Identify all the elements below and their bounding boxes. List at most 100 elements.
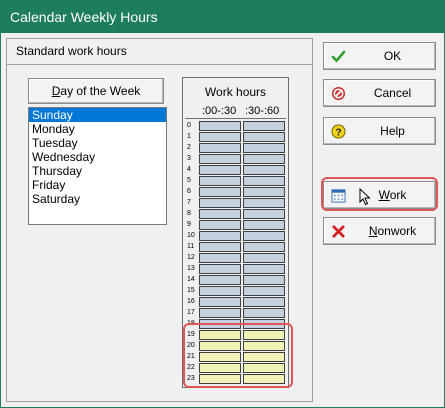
hour-15-second-half-cell[interactable] <box>243 286 285 296</box>
hour-label: 9 <box>187 221 191 228</box>
day-item-friday[interactable]: Friday <box>29 178 166 192</box>
hour-11-first-half-cell[interactable] <box>199 242 241 252</box>
hour-3-second-half-cell[interactable] <box>243 154 285 164</box>
checkmark-icon <box>331 50 346 62</box>
hour-label: 0 <box>187 122 191 129</box>
hour-row-5: 5 <box>185 176 286 187</box>
column-header-first-half: :00-:30 <box>202 105 237 117</box>
day-item-tuesday[interactable]: Tuesday <box>29 136 166 150</box>
hour-6-second-half-cell[interactable] <box>243 187 285 197</box>
cancel-label: Cancel <box>373 86 412 100</box>
hour-row-11: 11 <box>185 242 286 253</box>
day-of-week-listbox[interactable]: Sunday Monday Tuesday Wednesday Thursday… <box>28 107 167 225</box>
hour-label: 14 <box>187 276 195 283</box>
hour-label: 5 <box>187 177 191 184</box>
hour-2-first-half-cell[interactable] <box>199 143 241 153</box>
hour-5-second-half-cell[interactable] <box>243 176 285 186</box>
hour-row-17: 17 <box>185 308 286 319</box>
cancel-button[interactable]: Cancel <box>323 79 436 107</box>
help-label: Help <box>380 124 405 138</box>
red-x-icon <box>332 225 345 238</box>
hour-16-second-half-cell[interactable] <box>243 297 285 307</box>
ok-label: OK <box>383 49 402 63</box>
hour-2-second-half-cell[interactable] <box>243 143 285 153</box>
hour-16-first-half-cell[interactable] <box>199 297 241 307</box>
hour-row-8: 8 <box>185 209 286 220</box>
hour-7-second-half-cell[interactable] <box>243 198 285 208</box>
hour-row-6: 6 <box>185 187 286 198</box>
hour-label: 15 <box>187 287 195 294</box>
hour-14-second-half-cell[interactable] <box>243 275 285 285</box>
hour-label: 1 <box>187 133 191 140</box>
ok-button[interactable]: OK <box>323 42 436 70</box>
help-button[interactable]: ? Help <box>323 117 436 145</box>
hour-label: 8 <box>187 210 191 217</box>
day-item-saturday[interactable]: Saturday <box>29 192 166 206</box>
hour-label: 3 <box>187 155 191 162</box>
hour-9-first-half-cell[interactable] <box>199 220 241 230</box>
work-button-highlight <box>321 177 438 211</box>
work-hours-highlight <box>183 323 293 388</box>
work-hours-title: Work hours <box>204 85 267 99</box>
hour-1-first-half-cell[interactable] <box>199 132 241 142</box>
hour-9-second-half-cell[interactable] <box>243 220 285 230</box>
hour-11-second-half-cell[interactable] <box>243 242 285 252</box>
hour-15-first-half-cell[interactable] <box>199 286 241 296</box>
hour-4-first-half-cell[interactable] <box>199 165 241 175</box>
hour-label: 11 <box>187 243 195 250</box>
hour-label: 13 <box>187 265 195 272</box>
hour-0-second-half-cell[interactable] <box>243 121 285 131</box>
hour-8-second-half-cell[interactable] <box>243 209 285 219</box>
nonwork-label-rest: onwork <box>377 224 417 238</box>
hour-row-1: 1 <box>185 132 286 143</box>
hour-label: 17 <box>187 309 195 316</box>
hour-label: 4 <box>187 166 191 173</box>
hour-row-14: 14 <box>185 275 286 286</box>
nonwork-label: Nonwork <box>350 218 435 244</box>
hour-label: 10 <box>187 232 195 239</box>
hour-row-10: 10 <box>185 231 286 242</box>
hour-row-7: 7 <box>185 198 286 209</box>
svg-text:?: ? <box>335 127 341 138</box>
hour-label: 16 <box>187 298 195 305</box>
hour-13-second-half-cell[interactable] <box>243 264 285 274</box>
hour-3-first-half-cell[interactable] <box>199 154 241 164</box>
nonwork-button[interactable]: Nonwork <box>323 217 436 245</box>
day-item-monday[interactable]: Monday <box>29 122 166 136</box>
hour-row-16: 16 <box>185 297 286 308</box>
day-item-thursday[interactable]: Thursday <box>29 164 166 178</box>
hour-row-0: 0 <box>185 121 286 132</box>
day-of-week-header-button[interactable]: Day of the Week <box>28 78 164 104</box>
hour-10-second-half-cell[interactable] <box>243 231 285 241</box>
hour-row-9: 9 <box>185 220 286 231</box>
day-item-sunday[interactable]: Sunday <box>29 108 166 122</box>
day-item-wednesday[interactable]: Wednesday <box>29 150 166 164</box>
hour-14-first-half-cell[interactable] <box>199 275 241 285</box>
hour-label: 12 <box>187 254 195 261</box>
hour-row-13: 13 <box>185 264 286 275</box>
hour-13-first-half-cell[interactable] <box>199 264 241 274</box>
hour-17-first-half-cell[interactable] <box>199 308 241 318</box>
no-entry-icon <box>331 86 346 101</box>
hour-label: 2 <box>187 144 191 151</box>
hour-row-2: 2 <box>185 143 286 154</box>
hour-0-first-half-cell[interactable] <box>199 121 241 131</box>
column-header-second-half: :30-:60 <box>245 105 280 117</box>
hour-17-second-half-cell[interactable] <box>243 308 285 318</box>
hour-8-first-half-cell[interactable] <box>199 209 241 219</box>
question-icon: ? <box>331 124 346 139</box>
hour-12-second-half-cell[interactable] <box>243 253 285 263</box>
hour-6-first-half-cell[interactable] <box>199 187 241 197</box>
hour-4-second-half-cell[interactable] <box>243 165 285 175</box>
hour-row-3: 3 <box>185 154 286 165</box>
hour-5-first-half-cell[interactable] <box>199 176 241 186</box>
window-title: Calendar Weekly Hours <box>1 1 444 33</box>
hour-7-first-half-cell[interactable] <box>199 198 241 208</box>
hour-10-first-half-cell[interactable] <box>199 231 241 241</box>
hour-1-second-half-cell[interactable] <box>243 132 285 142</box>
hour-label: 7 <box>187 199 191 206</box>
hour-12-first-half-cell[interactable] <box>199 253 241 263</box>
day-of-week-label: ay of the Week <box>60 84 141 98</box>
group-divider <box>7 64 312 65</box>
mouse-pointer-icon <box>359 188 371 206</box>
